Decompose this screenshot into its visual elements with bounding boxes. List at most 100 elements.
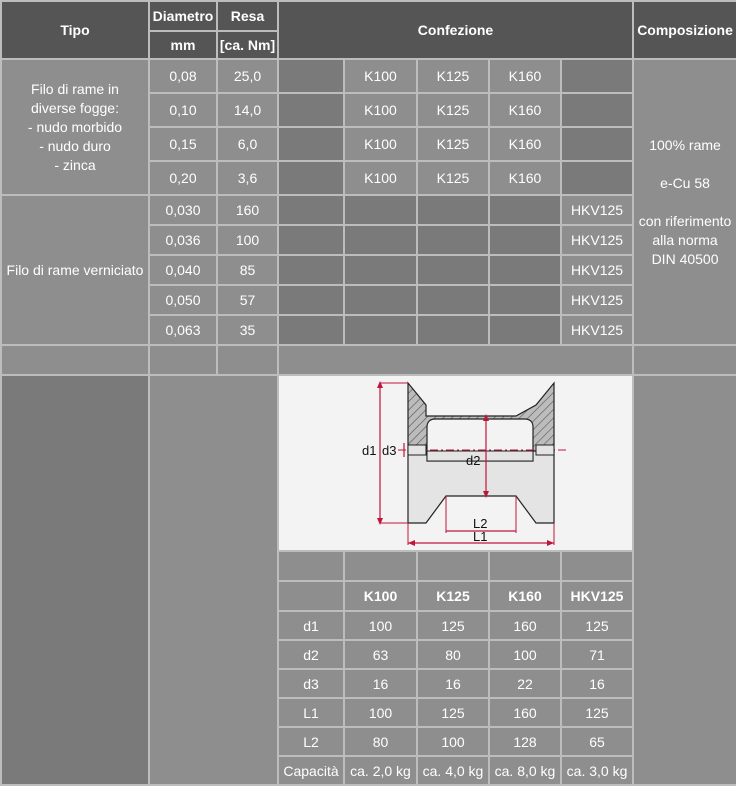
empty-cell — [416, 254, 490, 286]
dims-header: HKV125 — [559, 580, 635, 612]
empty-cell — [488, 194, 562, 226]
tipo-rame: Filo di rame in diverse fogge: - nudo mo… — [0, 58, 150, 196]
spool-section-hatched — [406, 381, 555, 452]
empty-cell — [277, 126, 345, 162]
confezione-cell: K100 — [343, 126, 418, 162]
dims-value: 16 — [416, 668, 490, 699]
dims-value: 100 — [488, 639, 562, 670]
confezione-cell: K125 — [416, 126, 490, 162]
confezione-cell: K125 — [416, 92, 490, 128]
dims-value: ca. 4,0 kg — [416, 755, 490, 786]
confezione-cell: K160 — [488, 58, 562, 94]
dims-value: 100 — [343, 697, 418, 728]
empty-cell — [488, 284, 562, 316]
empty-cell — [416, 550, 490, 582]
empty-cell — [559, 550, 635, 582]
empty-cell — [277, 314, 345, 346]
empty-cell — [277, 284, 345, 316]
dims-value: 63 — [343, 639, 418, 670]
dims-header: K160 — [488, 580, 562, 612]
empty-cell — [559, 58, 635, 94]
header-unit-resa: [ca. Nm] — [216, 30, 279, 60]
dims-row-label: d3 — [277, 668, 345, 699]
empty-cell — [277, 224, 345, 256]
dims-value: 16 — [559, 668, 635, 699]
spool-body — [406, 450, 555, 524]
confezione-cell: K125 — [416, 160, 490, 196]
header-resa: Resa — [216, 0, 279, 32]
diametro-cell: 0,10 — [148, 92, 218, 128]
confezione-cell: K100 — [343, 92, 418, 128]
empty-cell — [277, 194, 345, 226]
product-table: Tipo Diametro Resa Confezione Composizio… — [0, 0, 736, 786]
key-left — [407, 444, 427, 456]
empty-cell — [277, 58, 345, 94]
empty-cell — [343, 224, 418, 256]
dims-value: 100 — [343, 610, 418, 641]
dims-value: 128 — [488, 726, 562, 757]
diametro-cell: 0,063 — [148, 314, 218, 346]
diametro-cell: 0,030 — [148, 194, 218, 226]
resa-cell: 100 — [216, 224, 279, 256]
header-composizione: Composizione — [632, 0, 736, 60]
header-confezione: Confezione — [276, 0, 635, 60]
empty-cell — [216, 344, 279, 376]
dims-row-label: L2 — [277, 726, 345, 757]
empty-cell — [416, 224, 490, 256]
empty-cell — [343, 194, 418, 226]
diametro-cell: 0,15 — [148, 126, 218, 162]
label-d2: d2 — [466, 453, 480, 468]
empty-cell — [559, 92, 635, 128]
empty-cell — [488, 224, 562, 256]
composizione-line: alla norma — [652, 231, 718, 248]
empty-cell — [277, 580, 345, 612]
header-diametro: Diametro — [148, 0, 218, 32]
composizione-line: e-Cu 58 — [660, 174, 710, 191]
empty-cell — [148, 374, 279, 786]
spool-diagram-drawing: d1 d3 d2 L2 L1 — [362, 381, 566, 546]
dims-value: 125 — [416, 610, 490, 641]
composizione-line: 100% rame — [649, 136, 721, 153]
dims-value: 65 — [559, 726, 635, 757]
empty-cell — [416, 314, 490, 346]
confezione-cell: K100 — [343, 160, 418, 196]
dims-value: 125 — [559, 697, 635, 728]
empty-cell — [277, 92, 345, 128]
dims-value: 22 — [488, 668, 562, 699]
dims-value: 16 — [343, 668, 418, 699]
diametro-cell: 0,20 — [148, 160, 218, 196]
dims-row-label: Capacità — [277, 755, 345, 786]
tipo-rame-line: diverse fogge: — [31, 99, 119, 116]
empty-cell — [488, 314, 562, 346]
tipo-rame-line: - nudo morbido — [27, 118, 123, 135]
confezione-cell: K160 — [488, 126, 562, 162]
empty-cell — [277, 254, 345, 286]
composizione-cell: 100% rame e-Cu 58 con riferimento alla n… — [632, 58, 736, 346]
dims-header: K100 — [343, 580, 418, 612]
dims-row-label: d1 — [277, 610, 345, 641]
resa-cell: 57 — [216, 284, 279, 316]
resa-cell: 25,0 — [216, 58, 279, 94]
empty-cell — [343, 254, 418, 286]
diametro-cell: 0,08 — [148, 58, 218, 94]
header-tipo: Tipo — [0, 0, 150, 60]
resa-cell: 85 — [216, 254, 279, 286]
dims-value: ca. 3,0 kg — [559, 755, 635, 786]
tipo-rame-line: - nudo duro — [39, 137, 111, 154]
empty-cell — [277, 550, 345, 582]
confezione-cell: HKV125 — [559, 224, 635, 256]
composizione-line: con riferimento — [638, 212, 732, 229]
dims-value: 125 — [559, 610, 635, 641]
dims-value: ca. 8,0 kg — [488, 755, 562, 786]
dims-row-label: d2 — [277, 639, 345, 670]
confezione-cell: HKV125 — [559, 194, 635, 226]
dims-value: 71 — [559, 639, 635, 670]
empty-cell — [559, 160, 635, 196]
empty-cell — [0, 374, 150, 786]
confezione-cell: HKV125 — [559, 284, 635, 316]
empty-cell — [559, 126, 635, 162]
dims-value: 160 — [488, 610, 562, 641]
confezione-cell: HKV125 — [559, 254, 635, 286]
confezione-cell: K100 — [343, 58, 418, 94]
composizione-line: DIN 40500 — [651, 250, 719, 267]
